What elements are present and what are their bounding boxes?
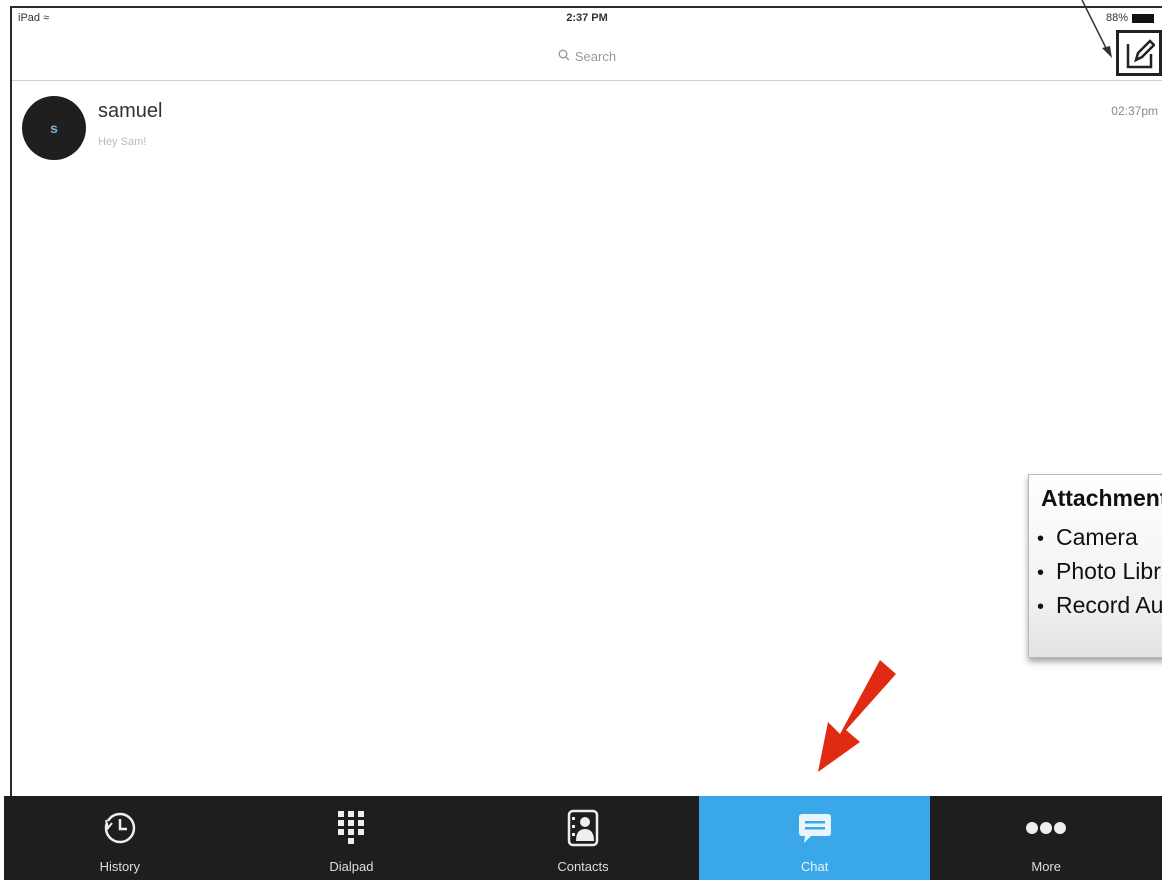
status-time: 2:37 PM	[566, 12, 608, 24]
conversation-preview: Hey Sam!	[98, 136, 147, 148]
battery-icon	[1132, 13, 1154, 23]
callout-list: Camera Photo Library Record Audio	[1037, 521, 1162, 623]
callout-item: Photo Library	[1037, 555, 1162, 589]
attachments-callout: Attachments Camera Photo Library Record …	[1028, 474, 1162, 658]
avatar: s	[22, 96, 86, 160]
status-right: 88%	[1106, 12, 1154, 24]
tab-bar: History Dialpad Contacts Chat More	[4, 796, 1162, 880]
tab-label: Contacts	[557, 859, 609, 874]
tab-chat[interactable]: Chat	[698, 796, 931, 880]
more-dots-icon	[1026, 822, 1067, 834]
dialpad-icon	[338, 811, 365, 844]
chat-bubble-icon	[798, 814, 831, 843]
search-icon	[558, 49, 570, 64]
battery-percent: 88%	[1105, 12, 1128, 24]
status-bar: iPad ≈ 2:37 PM 88%	[12, 8, 1162, 36]
tab-label: Dialpad	[329, 859, 374, 874]
search-label: Search	[574, 48, 617, 64]
tab-history[interactable]: History	[4, 796, 236, 880]
compose-icon	[1126, 39, 1155, 69]
search-bar[interactable]: Search	[12, 36, 1162, 76]
tab-more[interactable]: More	[930, 796, 1162, 880]
header-divider	[12, 80, 1162, 81]
conversation-row[interactable]: s samuel Hey Sam! 02:37pm	[12, 90, 1162, 170]
tab-label: Chat	[800, 859, 829, 874]
callout-title: Attachments	[1041, 485, 1162, 511]
callout-item: Record Audio	[1037, 589, 1162, 623]
contacts-icon	[567, 809, 599, 847]
tab-contacts[interactable]: Contacts	[467, 796, 699, 880]
callout-item: Camera	[1037, 521, 1162, 555]
compose-button[interactable]	[1116, 30, 1162, 76]
history-clock-icon	[104, 812, 136, 844]
tab-dialpad[interactable]: Dialpad	[236, 796, 468, 880]
conversation-time: 02:37pm	[1111, 104, 1158, 118]
red-arrow-icon	[818, 660, 896, 772]
tab-label: More	[1031, 859, 1061, 874]
tab-label: History	[99, 859, 141, 874]
conversation-name: samuel	[98, 100, 163, 122]
